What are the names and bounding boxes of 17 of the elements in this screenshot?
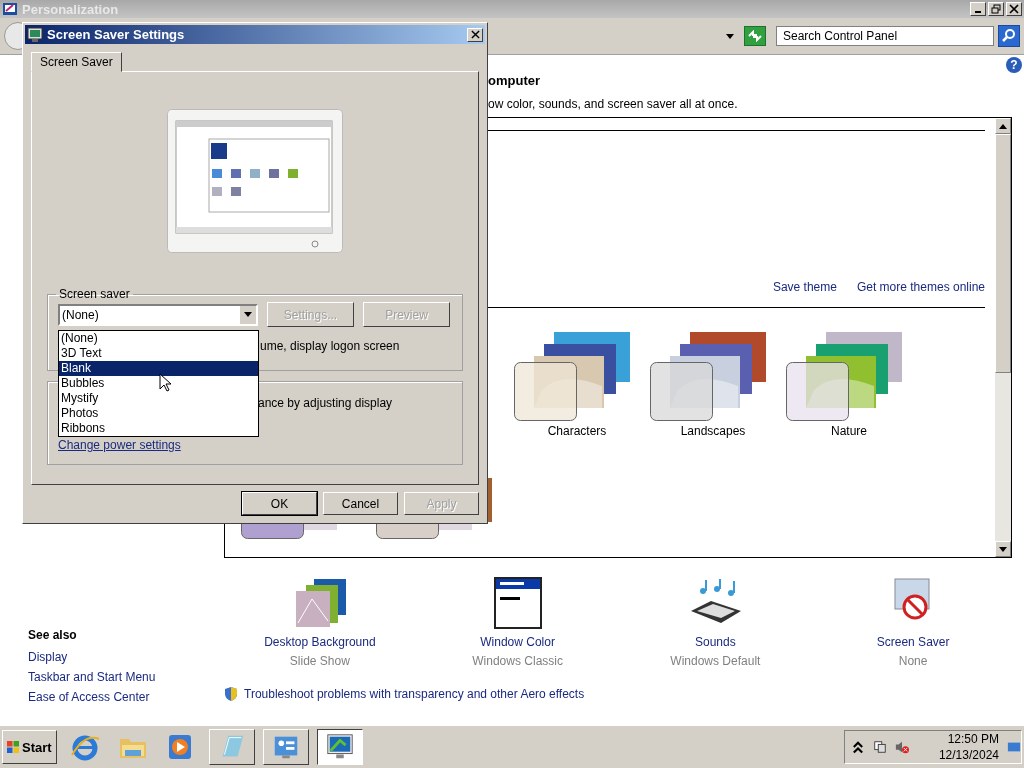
page-description: ow color, sounds, and screen saver all at once. — [488, 97, 739, 111]
dialog-title: Screen Saver Settings — [47, 27, 186, 42]
power-description: ance by adjusting display — [258, 396, 394, 410]
clock-date: 12/13/2024 — [938, 747, 999, 763]
window-title: Personalization — [22, 1, 120, 17]
theme-name: Characters — [547, 424, 607, 438]
resume-option-text: ume, display logon screen — [260, 339, 401, 353]
setting-value: Slide Show — [289, 654, 350, 668]
group-label: Screen saver — [58, 287, 131, 301]
theme-name: Nature — [831, 424, 867, 438]
page-heading: omputer — [488, 73, 541, 88]
theme-name: Landscapes — [680, 424, 746, 438]
setting-value: Windows Default — [670, 654, 761, 668]
setting-value: Windows Classic — [472, 654, 563, 668]
clock-time: 12:50 PM — [947, 731, 999, 747]
see-also-heading: See also — [28, 628, 78, 642]
setting-value: None — [898, 654, 928, 668]
